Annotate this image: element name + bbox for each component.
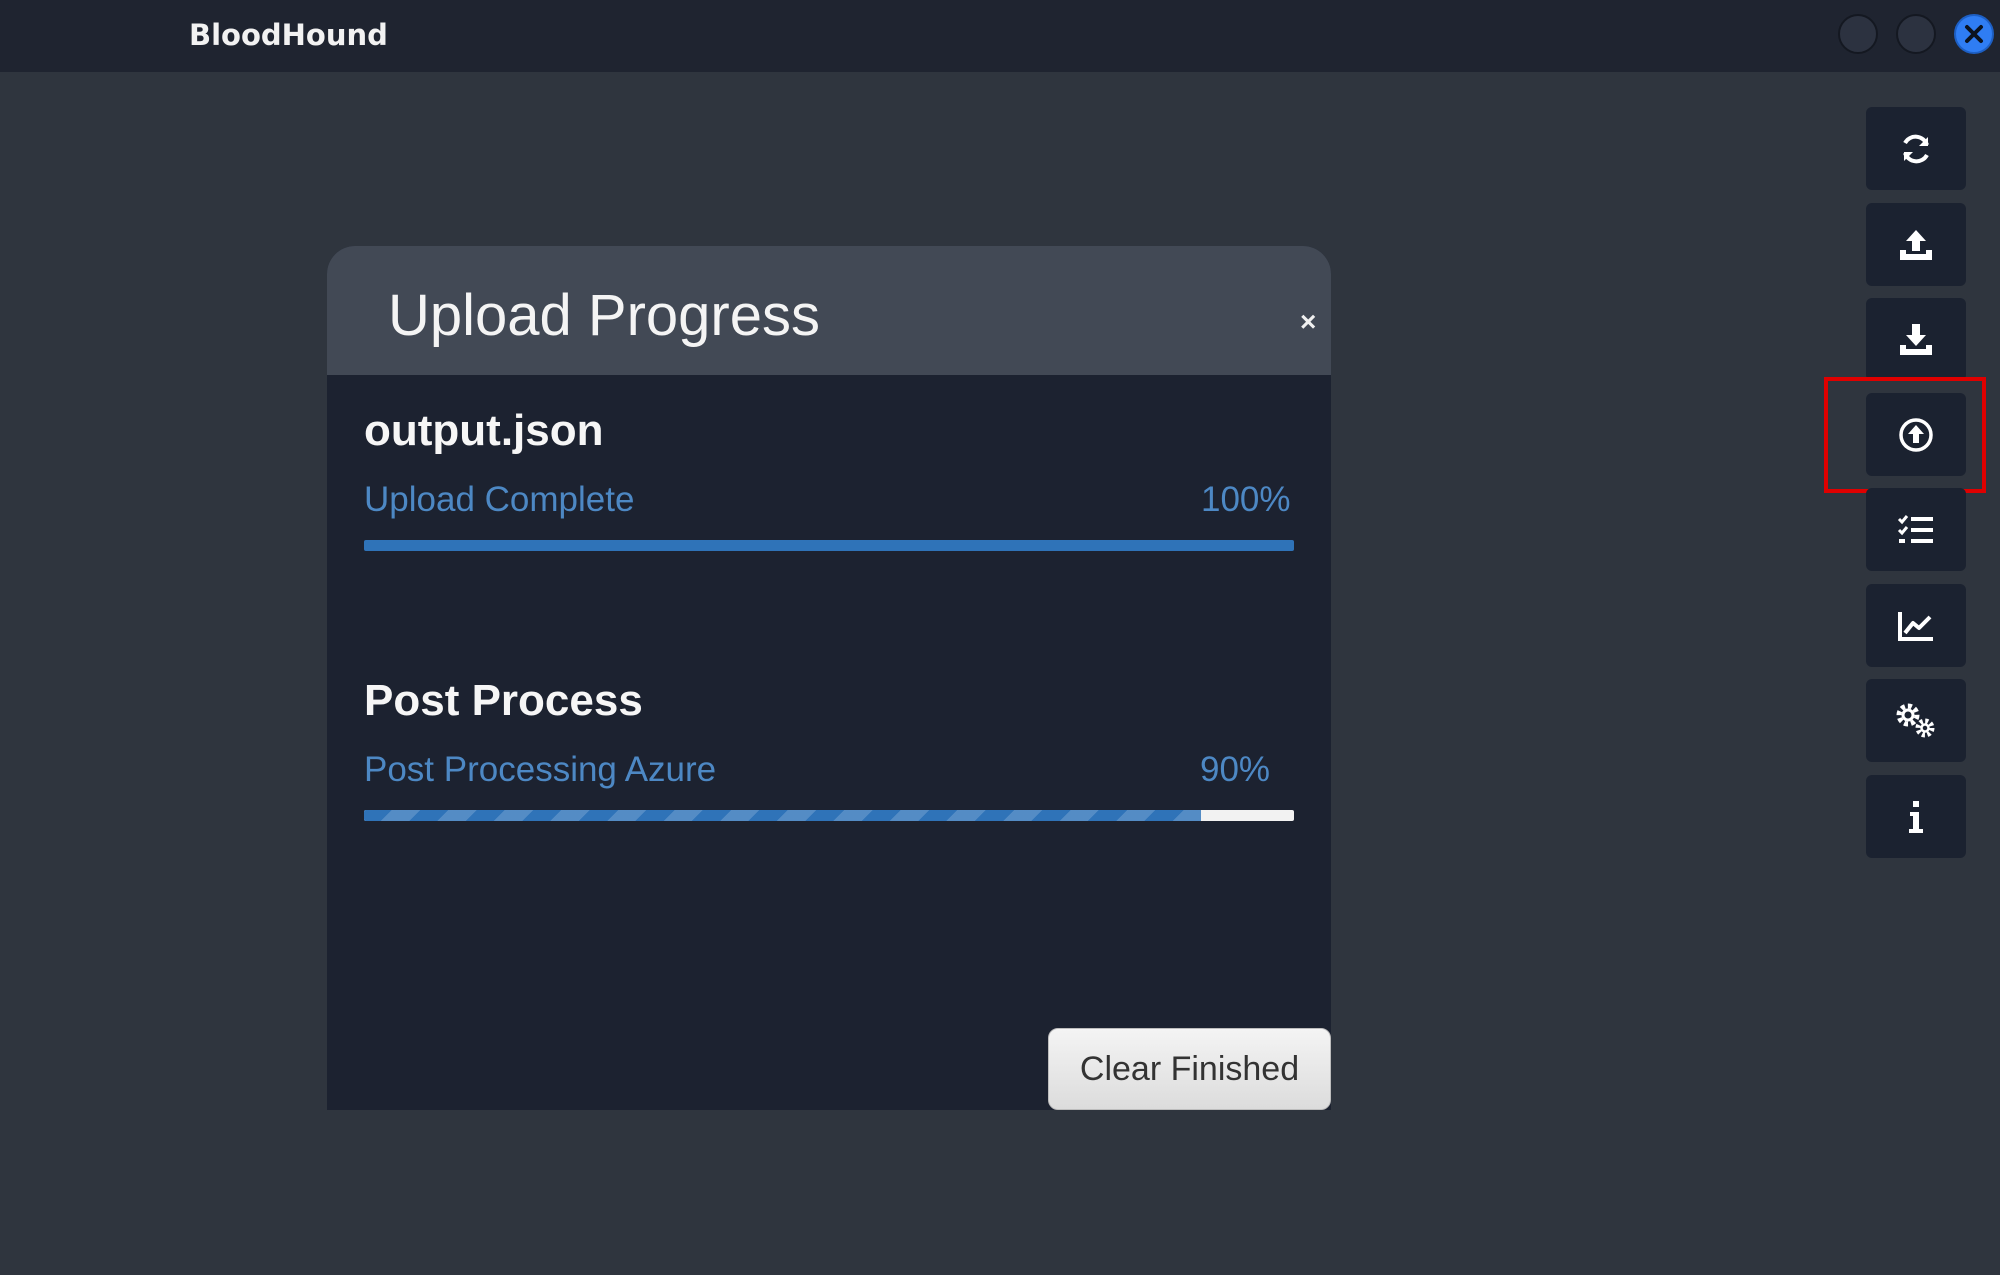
refresh-icon <box>1903 134 1929 163</box>
task-percent: 90% <box>1200 750 1271 789</box>
queries-button[interactable] <box>1866 488 1966 571</box>
export-button[interactable] <box>1866 203 1966 286</box>
task-name: output.json <box>364 406 604 455</box>
gears-icon <box>1896 703 1935 737</box>
modal-header: Upload Progress × <box>327 246 1331 375</box>
progress-fill <box>364 540 1294 551</box>
progress-bar <box>364 540 1294 551</box>
progress-fill <box>364 810 1201 821</box>
import-button[interactable] <box>1866 298 1966 381</box>
task-status: Post Processing Azure <box>364 750 717 789</box>
checklist-icon <box>1897 514 1933 543</box>
clear-finished-button[interactable]: Clear Finished <box>1048 1028 1331 1110</box>
highlight-box <box>1824 377 1986 493</box>
task-percent: 100% <box>1201 480 1291 519</box>
database-info-button[interactable] <box>1866 584 1966 667</box>
close-icon <box>1965 25 1983 43</box>
modal-title: Upload Progress <box>388 283 820 348</box>
modal-close-button[interactable]: × <box>1300 306 1316 338</box>
line-chart-icon <box>1898 611 1933 641</box>
task-status: Upload Complete <box>364 480 635 519</box>
close-window-button[interactable] <box>1954 14 1994 54</box>
task-name: Post Process <box>364 676 643 725</box>
about-button[interactable] <box>1866 775 1966 858</box>
title-bar: BloodHound <box>0 0 2000 72</box>
refresh-button[interactable] <box>1866 107 1966 190</box>
settings-button[interactable] <box>1866 679 1966 762</box>
maximize-button[interactable] <box>1896 14 1936 54</box>
minimize-button[interactable] <box>1838 14 1878 54</box>
upload-progress-modal: Upload Progress × output.json Upload Com… <box>327 246 1331 1110</box>
app-title: BloodHound <box>189 18 388 52</box>
upload-tray-icon <box>1900 229 1932 260</box>
info-icon <box>1909 800 1923 833</box>
download-tray-icon <box>1900 323 1932 355</box>
progress-bar <box>364 810 1294 821</box>
